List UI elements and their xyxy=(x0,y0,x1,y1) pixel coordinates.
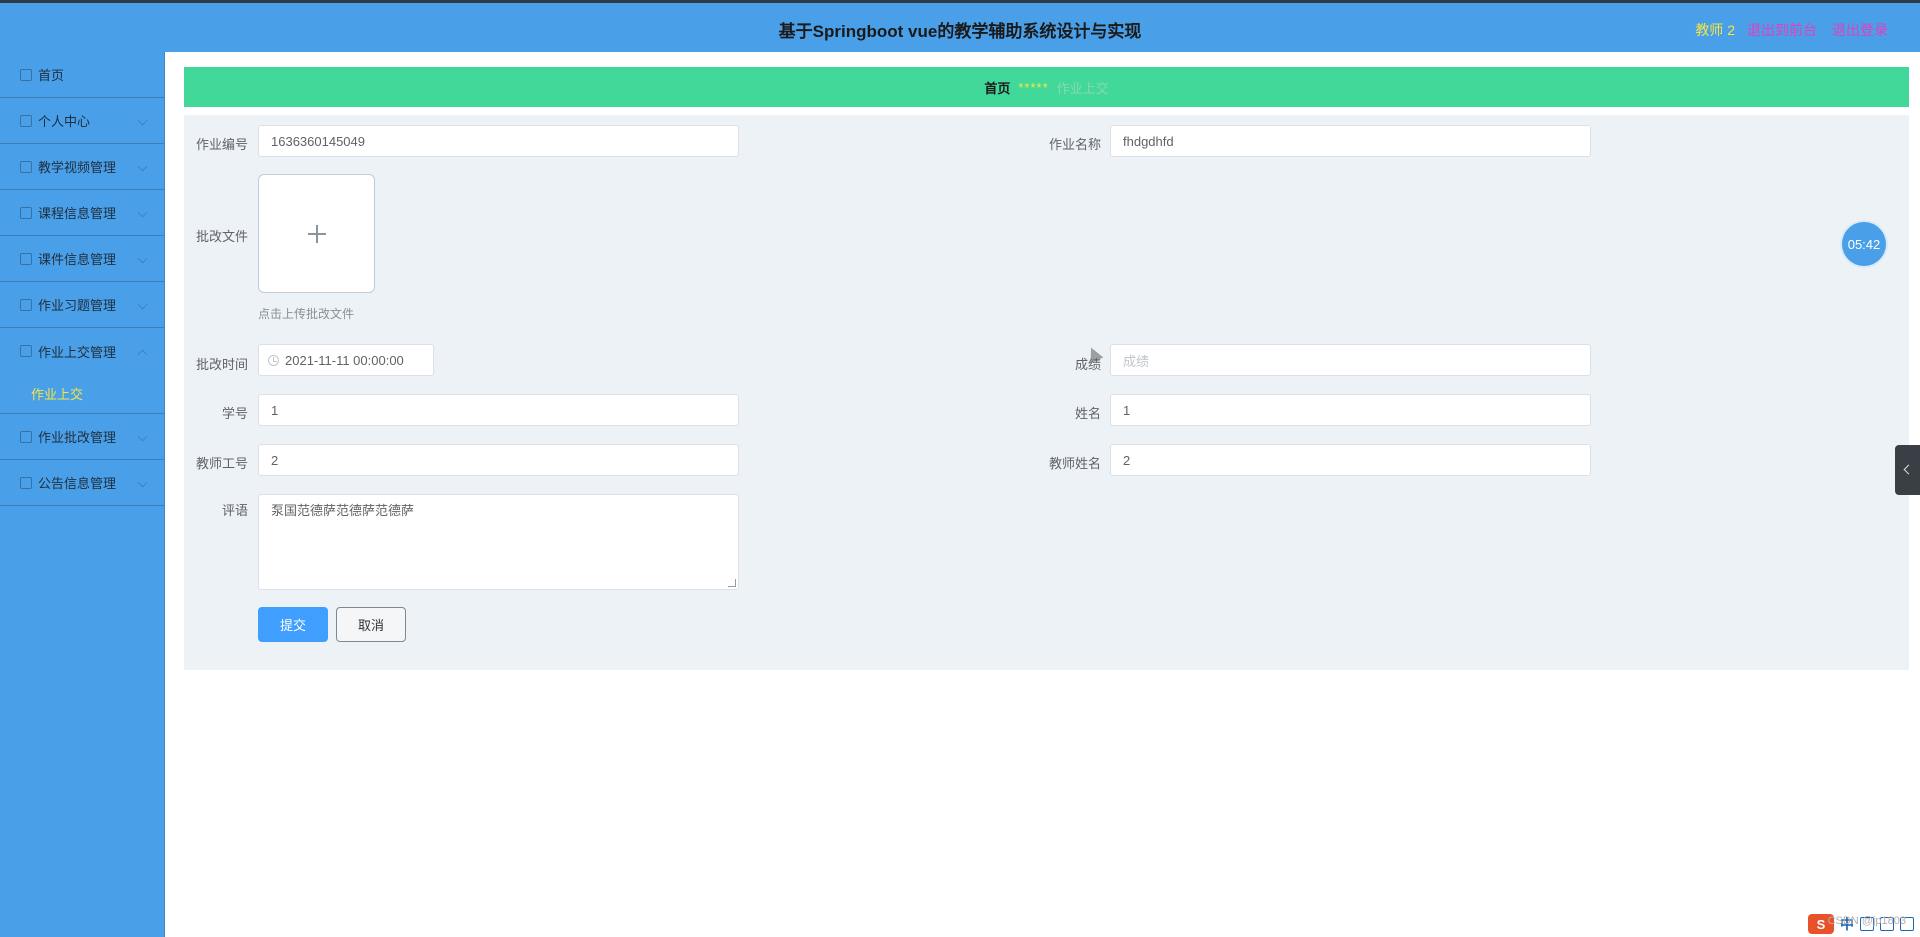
sidebar-item-grading[interactable]: 作业批改管理 xyxy=(0,414,164,460)
sidebar-item-label: 首页 xyxy=(38,68,65,83)
comment-text: 泵国范德萨范德萨范德萨 xyxy=(271,503,415,518)
plus-icon-vertical xyxy=(316,225,318,243)
teacher-name-label: 教师姓名 xyxy=(1048,456,1101,471)
sidebar-item-label: 个人中心 xyxy=(38,114,91,129)
sidebar-item-video[interactable]: 教学视频管理 xyxy=(0,144,164,190)
sidebar-item-profile[interactable]: 个人中心 xyxy=(0,98,164,144)
sidebar-item-submission[interactable]: 作业上交管理 xyxy=(0,328,164,374)
cancel-button[interactable]: 取消 xyxy=(336,607,406,642)
file-upload-button[interactable] xyxy=(258,174,375,293)
review-time-label: 批改时间 xyxy=(195,357,248,372)
notice-icon xyxy=(20,476,32,489)
chevron-down-icon xyxy=(137,207,148,218)
chevron-down-icon xyxy=(137,115,148,126)
upload-tip: 点击上传批改文件 xyxy=(258,307,355,321)
sidebar-item-label: 课件信息管理 xyxy=(38,252,117,267)
student-name-label: 姓名 xyxy=(1074,406,1101,421)
sidebar-item-exercise[interactable]: 作业习题管理 xyxy=(0,282,164,328)
review-time-value: 2021-11-11 00:00:00 xyxy=(285,352,404,368)
breadcrumb: 首页 ***** 作业上交 xyxy=(184,67,1909,107)
resize-grip-icon[interactable] xyxy=(728,579,736,587)
file-icon xyxy=(20,252,32,265)
student-no-input[interactable]: 1 xyxy=(258,394,739,426)
student-name-input[interactable]: 1 xyxy=(1110,394,1591,426)
sidebar-item-label: 作业习题管理 xyxy=(38,298,117,313)
chevron-down-icon xyxy=(137,161,148,172)
grade-icon xyxy=(20,430,32,443)
user-icon xyxy=(20,114,32,127)
chevron-down-icon xyxy=(137,299,148,310)
watermark: CSDN @jp1803 xyxy=(1827,915,1906,927)
teacher-name-input[interactable]: 2 xyxy=(1110,444,1591,476)
upload-icon xyxy=(20,345,32,357)
sidebar-item-notice[interactable]: 公告信息管理 xyxy=(0,460,164,506)
comment-label: 评语 xyxy=(221,503,248,518)
logout-link[interactable]: 退出登录 xyxy=(1832,20,1888,40)
exercise-icon xyxy=(20,298,32,311)
sidebar-item-courseware[interactable]: 课件信息管理 xyxy=(0,236,164,282)
chevron-up-icon xyxy=(137,349,148,360)
sidebar-item-label: 作业上交管理 xyxy=(38,344,117,360)
book-icon xyxy=(20,206,32,219)
score-input[interactable]: 成绩 xyxy=(1110,344,1591,376)
breadcrumb-current: 作业上交 xyxy=(1056,80,1109,96)
sidebar-item-label: 公告信息管理 xyxy=(38,476,117,491)
video-icon xyxy=(20,160,32,173)
submit-button[interactable]: 提交 xyxy=(258,607,328,642)
chevron-down-icon xyxy=(137,253,148,264)
teacher-no-label: 教师工号 xyxy=(195,456,248,471)
sidebar: 首页 个人中心 教学视频管理 课程信息管理 课件信息管理 作业习题管理 作业上交… xyxy=(0,52,165,937)
sidebar-item-label: 课程信息管理 xyxy=(38,206,117,221)
sidebar-item-home[interactable]: 首页 xyxy=(0,52,164,98)
comment-textarea[interactable]: 泵国范德萨范德萨范德萨 xyxy=(258,494,739,590)
homework-name-label: 作业名称 xyxy=(1048,137,1101,152)
back-to-frontend-link[interactable]: 退出到前台 xyxy=(1747,20,1817,40)
top-header: 基于Springboot vue的教学辅助系统设计与实现 教师 2 退出到前台 … xyxy=(0,0,1920,52)
current-user-label: 教师 2 xyxy=(1695,22,1735,38)
home-icon xyxy=(20,68,32,81)
sidebar-subitem-submission[interactable]: 作业上交 xyxy=(0,374,164,414)
review-file-label: 批改文件 xyxy=(195,229,248,244)
side-collapse-tab[interactable] xyxy=(1895,445,1920,495)
homework-no-input[interactable]: 1636360145049 xyxy=(258,125,739,157)
student-no-label: 学号 xyxy=(221,406,248,421)
teacher-no-input[interactable]: 2 xyxy=(258,444,739,476)
chevron-down-icon xyxy=(137,431,148,442)
sidebar-item-label: 教学视频管理 xyxy=(38,160,117,175)
system-title: 基于Springboot vue的教学辅助系统设计与实现 xyxy=(778,22,1142,41)
review-time-picker[interactable]: 2021-11-11 00:00:00 xyxy=(258,344,434,376)
sidebar-item-course[interactable]: 课程信息管理 xyxy=(0,190,164,236)
chevron-down-icon xyxy=(137,477,148,488)
breadcrumb-home[interactable]: 首页 xyxy=(984,78,1010,97)
sidebar-subitem-label: 作业上交 xyxy=(31,387,84,402)
timer-badge[interactable]: 05:42 xyxy=(1842,222,1886,266)
sidebar-item-label: 作业批改管理 xyxy=(38,430,117,445)
chevron-left-icon xyxy=(1903,464,1914,475)
homework-no-label: 作业编号 xyxy=(195,137,248,152)
breadcrumb-separator: ***** xyxy=(1018,79,1049,95)
homework-name-input[interactable]: fhdgdhfd xyxy=(1110,125,1591,157)
clock-icon xyxy=(268,354,279,366)
